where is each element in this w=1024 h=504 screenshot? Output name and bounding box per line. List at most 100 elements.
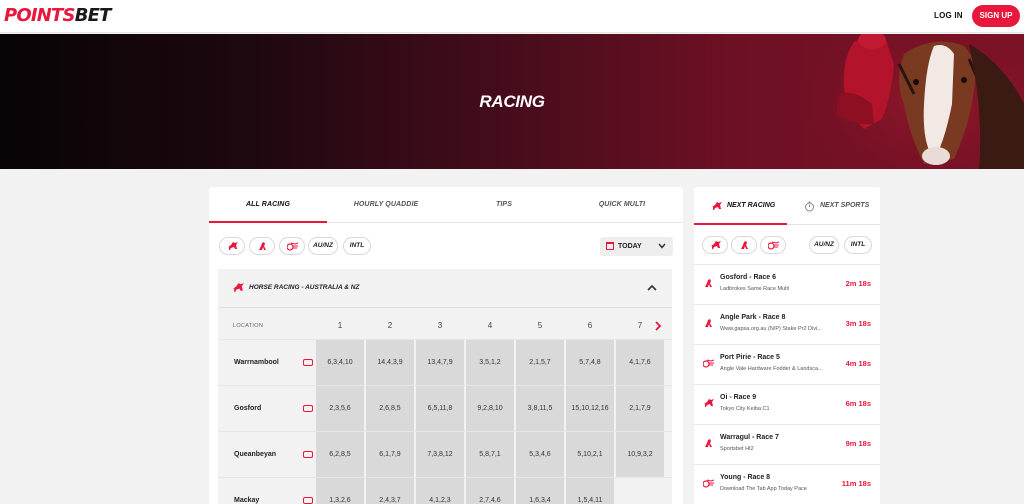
chevron-up-icon[interactable] [646,282,658,294]
venue-row: Gosford 2,3,5,6 2,6,8,5 6,5,11,8 9,2,8,10 3,8… [218,385,672,431]
race-result-cell[interactable]: 3,8,11,5 [516,386,564,431]
side-filter-horse-racing[interactable] [702,236,728,254]
racing-tabs: ALL RACING HOURLY QUADDIE TIPS QUICK MUL… [209,187,683,223]
race-number-header[interactable]: 1 [316,313,364,339]
side-filter-harness-racing[interactable] [760,236,786,254]
tab-all-racing[interactable]: ALL RACING [209,187,327,223]
section-header[interactable]: HORSE RACING - AUSTRALIA & NZ [218,269,672,308]
race-result-cell[interactable]: 1,3,2,6 [316,478,364,504]
next-race-item[interactable]: Gosford - Race 6 Ladbrokes Same Race Mult… [694,264,880,304]
next-racing-panel: NEXT RACING NEXT SPORTS AU/NZ INTL Gosfo… [694,187,880,504]
venue-name[interactable]: Warrnambool [234,340,279,385]
side-filter-intl[interactable]: INTL [844,236,872,254]
race-result-cell[interactable]: 15,10,12,16 [566,386,614,431]
tab-next-sports[interactable]: NEXT SPORTS [787,187,880,225]
race-name: Oi - Race 9 [720,394,757,401]
race-result-cell[interactable]: 5,10,2,1 [566,432,614,477]
harness-racing-icon [768,241,780,250]
filter-horse-racing[interactable] [219,237,245,255]
race-number-header[interactable]: 6 [566,313,614,339]
date-select[interactable]: TODAY [600,237,673,256]
filter-au-nz[interactable]: AU/NZ [308,237,338,255]
next-race-item[interactable]: Oi - Race 9 Tokyo City Keiba C1 6m 18s [694,384,880,424]
race-countdown: 4m 18s [845,359,871,368]
venue-row: Mackay 1,3,2,6 2,4,3,7 4,1,2,3 2,7,4,6 1,6,3,… [218,477,672,504]
video-badge-icon [303,497,313,504]
calendar-icon [606,242,614,250]
race-countdown: 3m 18s [845,319,871,328]
race-result-cell[interactable]: 1,5,4,11 [566,478,614,504]
race-result-cell[interactable]: 6,1,7,9 [366,432,414,477]
race-result-cell[interactable]: 3,5,1,2 [466,340,514,385]
venue-row: Warrnambool 6,3,4,10 14,4,3,9 13,4,7,9 3,5,1… [218,339,672,385]
race-result-cell[interactable]: 14,4,3,9 [366,340,414,385]
racing-main-panel: ALL RACING HOURLY QUADDIE TIPS QUICK MUL… [209,187,683,504]
side-filter-au-nz[interactable]: AU/NZ [809,236,839,254]
date-select-value: TODAY [618,243,642,250]
tab-tips[interactable]: TIPS [445,187,563,223]
race-result-cell[interactable]: 7,3,8,12 [416,432,464,477]
race-description: Ladbrokes Same Race Multi [720,286,790,292]
next-race-item[interactable]: Warragul - Race 7 Sportsbet Ht2 9m 18s [694,424,880,464]
pointsbet-logo[interactable]: POINTSBET [4,5,111,26]
race-result-cell[interactable]: 2,1,5,7 [516,340,564,385]
tab-next-sports-label: NEXT SPORTS [820,202,870,209]
race-countdown: 11m 18s [841,479,871,488]
race-name: Angle Park - Race 8 [720,314,786,321]
race-result-cell[interactable]: 6,2,8,5 [316,432,364,477]
chevron-right-icon[interactable] [654,321,662,331]
race-result-cell[interactable]: 2,6,8,5 [366,386,414,431]
race-result-cell[interactable]: 2,1,7,9 [616,386,664,431]
race-description: Angle Vale Hardware Fodder & Landsca... [720,366,823,372]
video-badge-icon [303,359,313,366]
filter-harness-racing[interactable] [279,237,305,255]
race-result-cell[interactable]: 5,3,4,6 [516,432,564,477]
filter-greyhound-racing[interactable] [249,237,275,255]
race-name: Port Pirie - Race 5 [720,354,780,361]
login-button[interactable]: LOG IN [934,11,963,20]
next-race-item[interactable]: Young - Race 8 Download The Tab App Today… [694,464,880,504]
race-result-cell[interactable]: 10,9,3,2 [616,432,664,477]
filter-intl[interactable]: INTL [343,237,371,255]
race-result-cell[interactable]: 5,8,7,1 [466,432,514,477]
race-countdown: 2m 18s [845,279,871,288]
tab-hourly-quaddie[interactable]: HOURLY QUADDIE [327,187,445,223]
venue-name[interactable]: Gosford [234,386,261,431]
horse-racing-icon [712,202,722,210]
race-name: Warragul - Race 7 [720,434,779,441]
race-result-cell[interactable]: 9,2,8,10 [466,386,514,431]
race-result-cell[interactable]: 4,1,7,6 [616,340,664,385]
horse-racing-icon [228,242,238,250]
venue-name[interactable]: Queanbeyan [234,432,276,477]
logo-text-bet: BET [74,5,112,26]
greyhound-racing-icon [705,439,712,447]
next-race-item[interactable]: Angle Park - Race 8 Www.gapsa.org.au (N/P… [694,304,880,344]
venue-name[interactable]: Mackay [234,478,259,504]
tab-quick-multi[interactable]: QUICK MULTI [563,187,681,223]
harness-racing-icon [703,479,715,488]
stopwatch-icon [805,201,814,212]
race-number-header[interactable]: 3 [416,313,464,339]
side-filter-greyhound-racing[interactable] [731,236,757,254]
race-number-header[interactable]: 4 [466,313,514,339]
race-number-header[interactable]: 5 [516,313,564,339]
race-description: Sportsbet Ht2 [720,446,754,452]
race-result-cell[interactable]: 5,7,4,8 [566,340,614,385]
race-result-cell[interactable]: 2,4,3,7 [366,478,414,504]
race-result-cell[interactable]: 13,4,7,9 [416,340,464,385]
race-result-cell[interactable]: 2,3,5,6 [316,386,364,431]
signup-button[interactable]: SIGN UP [972,5,1020,27]
tab-next-racing-label: NEXT RACING [727,202,776,209]
tab-next-racing[interactable]: NEXT RACING [694,187,787,225]
race-result-cell[interactable]: 6,5,11,8 [416,386,464,431]
race-result-cell[interactable]: 4,1,2,3 [416,478,464,504]
horse-racing-au-nz-section: HORSE RACING - AUSTRALIA & NZ LOCATION 1… [218,269,672,504]
next-race-item[interactable]: Port Pirie - Race 5 Angle Vale Hardware F… [694,344,880,384]
race-result-cell[interactable]: 1,6,3,4 [516,478,564,504]
video-badge-icon [303,405,313,412]
race-result-cell[interactable]: 2,7,4,6 [466,478,514,504]
horse-racing-icon [704,399,714,407]
side-tabs: NEXT RACING NEXT SPORTS [694,187,880,225]
race-number-header[interactable]: 2 [366,313,414,339]
race-result-cell[interactable]: 6,3,4,10 [316,340,364,385]
